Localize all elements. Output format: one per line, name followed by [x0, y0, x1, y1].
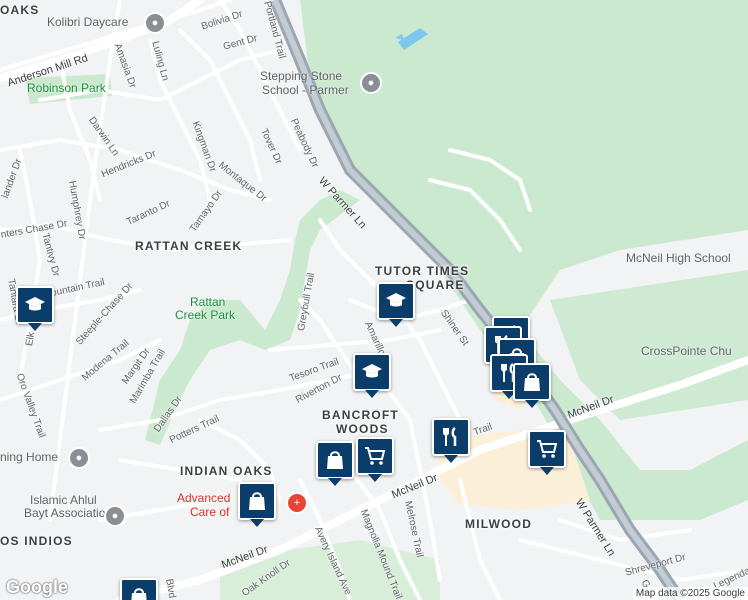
poi-label-mcneil-hs[interactable]: McNeil High School — [626, 252, 731, 264]
area-label-los-indios: OS INDIOS — [0, 534, 73, 548]
street-label: Elk — [24, 331, 38, 347]
poi-label-kolibri[interactable]: Kolibri Daycare — [47, 16, 128, 28]
poi-label-islamic-2[interactable]: Bayt Association — [24, 507, 112, 519]
area-label-oaks: OAKS — [0, 3, 40, 17]
pin-restaurant[interactable] — [432, 418, 470, 463]
shopping-bag-icon — [249, 492, 265, 510]
area-label-bancroft-2: WOODS — [336, 422, 389, 436]
graduation-cap-icon — [386, 293, 406, 307]
graduation-cap-icon — [362, 364, 382, 378]
pin-shopping[interactable] — [120, 578, 158, 600]
park-label-robinson[interactable]: Robinson Park — [27, 82, 106, 94]
pin-shopping[interactable] — [513, 363, 551, 408]
shopping-cart-icon — [537, 440, 558, 458]
shopping-cart-icon — [365, 447, 386, 465]
poi-label-funeral[interactable]: ning Home — [0, 451, 58, 463]
poi-marker-funeral[interactable]: ● — [68, 447, 90, 469]
map-canvas[interactable]: OAKS RATTAN CREEK TUTOR TIMES SQUARE BAN… — [0, 0, 748, 600]
poi-marker-hospital[interactable]: + — [286, 492, 308, 514]
pin-school[interactable] — [16, 286, 54, 331]
graduation-cap-icon — [25, 297, 45, 311]
shopping-bag-icon — [524, 373, 540, 391]
poi-label-stepping-2[interactable]: School - Parmer — [262, 84, 349, 96]
pin-school[interactable] — [377, 282, 415, 327]
fork-knife-icon — [443, 426, 457, 446]
shopping-bag-icon — [131, 588, 147, 600]
area-label-bancroft-1: BANCROFT — [322, 408, 399, 422]
park-label-rattan-2[interactable]: Creek Park — [175, 309, 235, 321]
poi-marker-stepping-stone[interactable]: ● — [360, 72, 382, 94]
area-label-milwood: MILWOOD — [465, 517, 533, 531]
poi-marker-islamic[interactable]: ● — [104, 505, 126, 527]
area-label-indian-oaks: INDIAN OAKS — [180, 464, 273, 478]
pin-school[interactable] — [353, 353, 391, 398]
area-label-tutor-times-1: TUTOR TIMES — [375, 264, 470, 278]
shopping-bag-icon — [327, 451, 343, 469]
pin-grocery[interactable] — [356, 437, 394, 482]
pin-shopping[interactable] — [238, 482, 276, 527]
poi-label-advanced-2[interactable]: Care of — [190, 506, 229, 518]
poi-label-crosspointe[interactable]: CrossPointe Chu — [641, 345, 732, 357]
area-label-rattan-creek: RATTAN CREEK — [135, 239, 243, 253]
map-attribution[interactable]: Map data ©2025 Google — [632, 587, 748, 600]
pin-grocery[interactable] — [528, 430, 566, 475]
poi-label-stepping-1[interactable]: Stepping Stone — [260, 70, 342, 82]
poi-label-islamic-1[interactable]: Islamic Ahlul — [30, 494, 97, 506]
pin-shopping[interactable] — [316, 441, 354, 486]
park-label-rattan-1[interactable]: Rattan — [190, 296, 225, 308]
poi-marker-kolibri[interactable]: ● — [144, 12, 166, 34]
google-logo: Google — [6, 577, 68, 597]
poi-label-advanced-1[interactable]: Advanced — [177, 492, 230, 504]
